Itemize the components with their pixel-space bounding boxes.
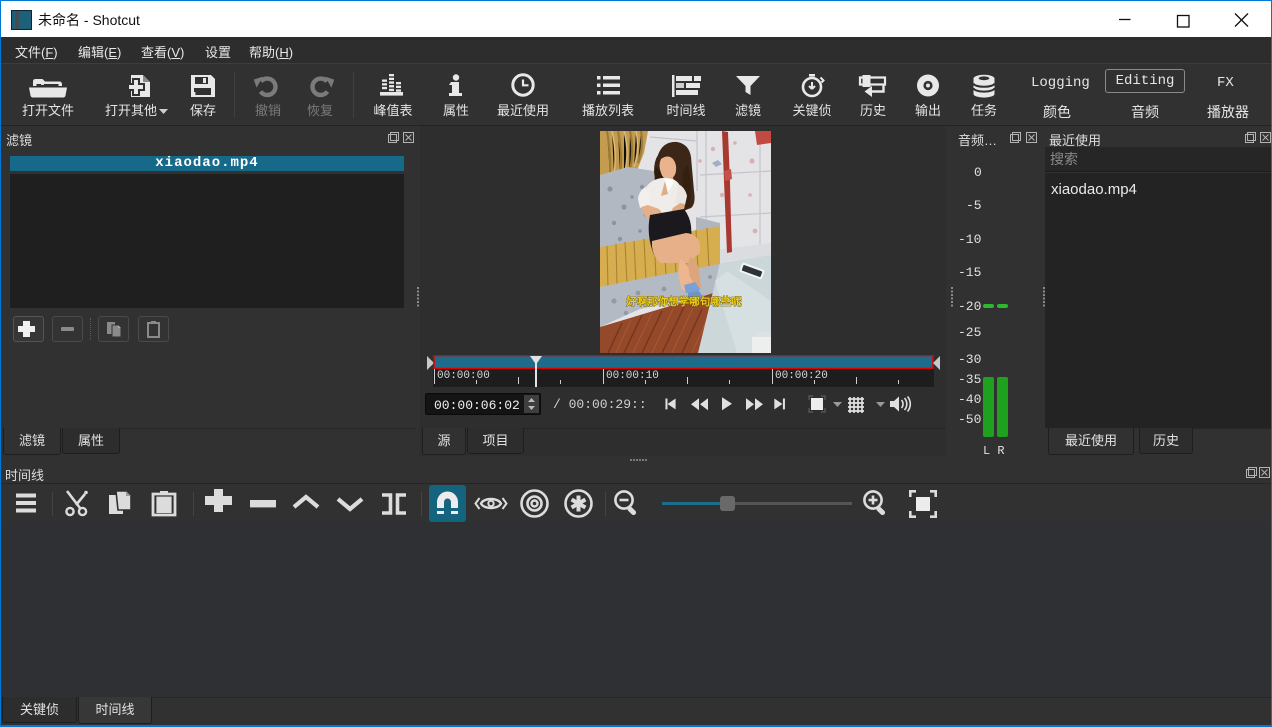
svg-text:好啊那你想学哪句哪些呢: 好啊那你想学哪句哪些呢	[625, 295, 742, 308]
